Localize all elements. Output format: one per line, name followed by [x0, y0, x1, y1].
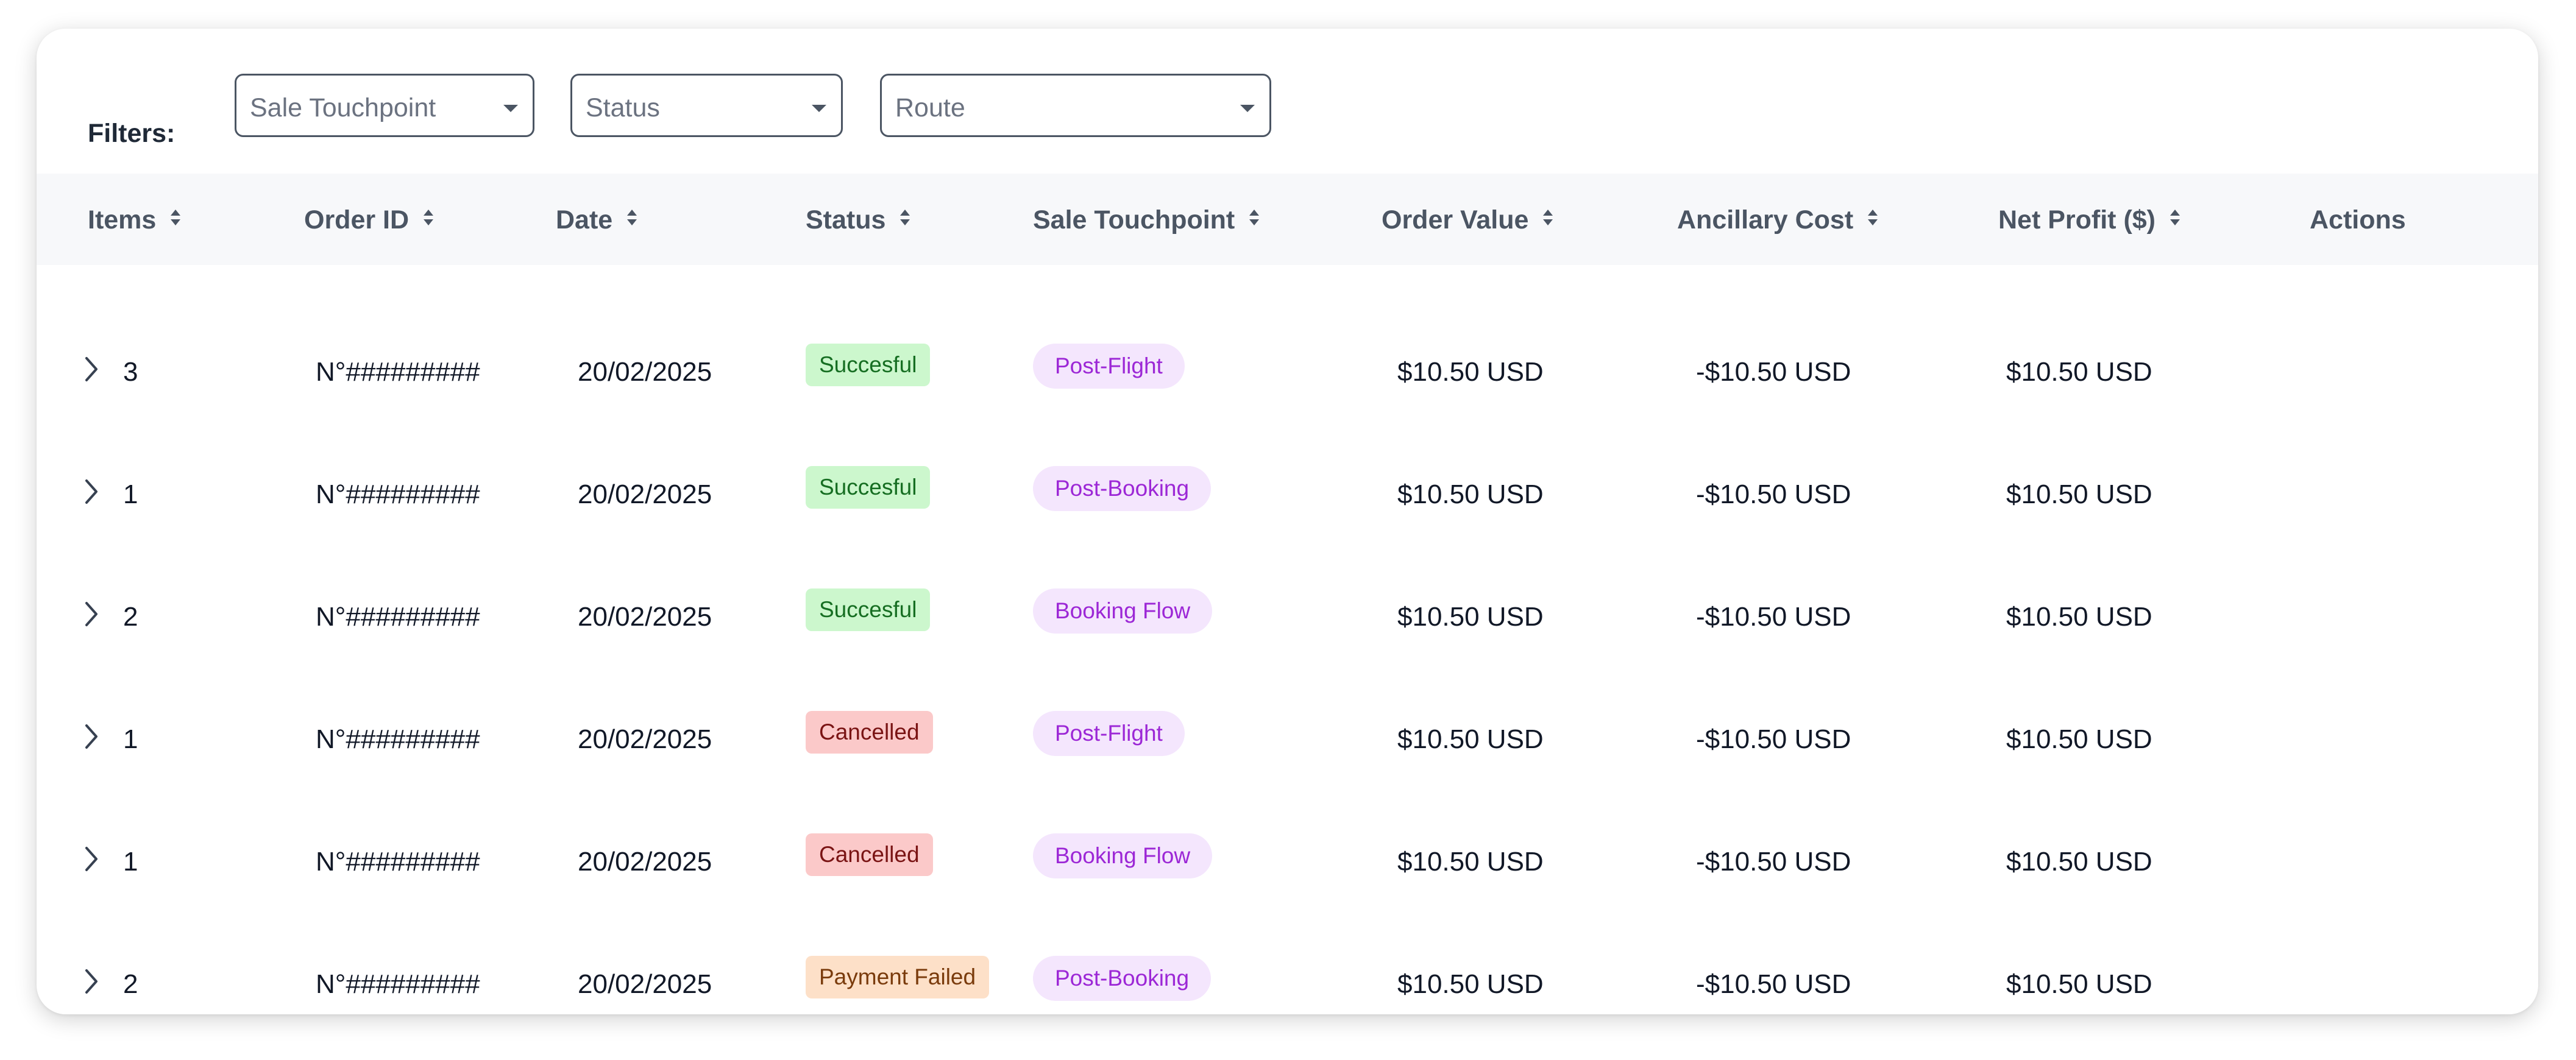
column-header-label: Order Value — [1382, 205, 1529, 235]
items-count: 1 — [123, 724, 138, 754]
items-count: 1 — [123, 847, 138, 877]
column-header-items[interactable]: Items — [88, 205, 182, 235]
status-badge: Cancelled — [806, 833, 933, 876]
sort-icon — [169, 205, 182, 235]
column-header-sale-touchpoint[interactable]: Sale Touchpoint — [1033, 205, 1260, 235]
net-profit: $10.50 USD — [2006, 724, 2152, 754]
order-date: 20/02/2025 — [578, 847, 712, 877]
order-value: $10.50 USD — [1397, 847, 1544, 877]
caret-down-icon — [1240, 105, 1255, 112]
order-id: N°######### — [316, 357, 480, 387]
items-count: 2 — [123, 602, 138, 632]
route-filter-value: Route — [895, 93, 965, 122]
ancillary-cost: -$10.50 USD — [1696, 724, 1851, 754]
ancillary-cost: -$10.50 USD — [1696, 479, 1851, 509]
chevron-right-icon[interactable] — [84, 601, 99, 631]
sort-icon — [1248, 205, 1260, 235]
order-date: 20/02/2025 — [578, 357, 712, 387]
touchpoint-pill: Post-Booking — [1033, 466, 1212, 511]
net-profit: $10.50 USD — [2006, 357, 2152, 387]
sort-icon — [2169, 205, 2181, 235]
touchpoint-pill: Booking Flow — [1033, 588, 1213, 634]
sale-touchpoint-filter[interactable]: Sale Touchpoint — [235, 74, 534, 137]
sale-touchpoint-filter-value: Sale Touchpoint — [250, 93, 436, 122]
order-value: $10.50 USD — [1397, 357, 1544, 387]
order-id: N°######### — [316, 847, 480, 877]
status-badge: Succesful — [806, 588, 931, 631]
table-row: 1 N°######### 20/02/2025 Cancelled Post-… — [37, 678, 2538, 800]
route-filter[interactable]: Route — [880, 74, 1271, 137]
chevron-right-icon[interactable] — [84, 478, 99, 508]
touchpoint-pill: Post-Flight — [1033, 711, 1185, 756]
ancillary-cost: -$10.50 USD — [1696, 847, 1851, 877]
ancillary-cost: -$10.50 USD — [1696, 602, 1851, 632]
order-date: 20/02/2025 — [578, 724, 712, 754]
column-header-order-value[interactable]: Order Value — [1382, 205, 1554, 235]
column-header-label: Net Profit ($) — [1998, 205, 2156, 235]
status-badge: Succesful — [806, 344, 931, 386]
net-profit: $10.50 USD — [2006, 602, 2152, 632]
filters-bar: Filters: Sale Touchpoint Status Route — [37, 29, 2538, 174]
order-value: $10.50 USD — [1397, 969, 1544, 999]
touchpoint-pill: Booking Flow — [1033, 833, 1213, 878]
table-row: 2 N°######### 20/02/2025 Payment Failed … — [37, 923, 2538, 1014]
filters-label: Filters: — [88, 119, 176, 148]
net-profit: $10.50 USD — [2006, 479, 2152, 509]
column-header-label: Status — [806, 205, 886, 235]
column-header-ancillary-cost[interactable]: Ancillary Cost — [1677, 205, 1879, 235]
caret-down-icon — [503, 105, 518, 112]
sort-icon — [1542, 205, 1554, 235]
order-date: 20/02/2025 — [578, 479, 712, 509]
column-header-label: Sale Touchpoint — [1033, 205, 1235, 235]
order-id: N°######### — [316, 479, 480, 509]
items-count: 1 — [123, 479, 138, 509]
sort-icon — [626, 205, 638, 235]
status-badge: Payment Failed — [806, 956, 990, 998]
touchpoint-pill: Post-Flight — [1033, 344, 1185, 389]
order-id: N°######### — [316, 969, 480, 999]
column-header-label: Items — [88, 205, 157, 235]
status-filter[interactable]: Status — [570, 74, 843, 137]
order-value: $10.50 USD — [1397, 479, 1544, 509]
order-id: N°######### — [316, 602, 480, 632]
ancillary-cost: -$10.50 USD — [1696, 357, 1851, 387]
items-count: 3 — [123, 357, 138, 387]
order-value: $10.50 USD — [1397, 724, 1544, 754]
column-header-label: Actions — [2310, 205, 2406, 235]
column-header-label: Ancillary Cost — [1677, 205, 1854, 235]
column-header-actions: Actions — [2310, 205, 2406, 235]
sort-icon — [1867, 205, 1879, 235]
column-header-label: Order ID — [304, 205, 410, 235]
table-row: 1 N°######### 20/02/2025 Succesful Post-… — [37, 433, 2538, 556]
table-row: 1 N°######### 20/02/2025 Cancelled Booki… — [37, 800, 2538, 923]
chevron-right-icon[interactable] — [84, 356, 99, 386]
order-value: $10.50 USD — [1397, 602, 1544, 632]
column-header-order-id[interactable]: Order ID — [304, 205, 435, 235]
order-id: N°######### — [316, 724, 480, 754]
items-count: 2 — [123, 969, 138, 999]
table-row: 3 N°######### 20/02/2025 Succesful Post-… — [37, 311, 2538, 433]
net-profit: $10.50 USD — [2006, 847, 2152, 877]
orders-card: Filters: Sale Touchpoint Status Route It… — [37, 29, 2538, 1014]
status-filter-value: Status — [586, 93, 660, 122]
chevron-right-icon[interactable] — [84, 723, 99, 753]
column-header-date[interactable]: Date — [556, 205, 638, 235]
caret-down-icon — [812, 105, 826, 112]
table-row: 2 N°######### 20/02/2025 Succesful Booki… — [37, 556, 2538, 678]
sort-icon — [422, 205, 435, 235]
ancillary-cost: -$10.50 USD — [1696, 969, 1851, 999]
table-header: Items Order ID Date Status Sale Touchpoi… — [37, 174, 2538, 265]
net-profit: $10.50 USD — [2006, 969, 2152, 999]
column-header-net-profit[interactable]: Net Profit ($) — [1998, 205, 2181, 235]
column-header-status[interactable]: Status — [806, 205, 911, 235]
order-date: 20/02/2025 — [578, 602, 712, 632]
sort-icon — [899, 205, 911, 235]
chevron-right-icon[interactable] — [84, 846, 99, 875]
status-badge: Cancelled — [806, 711, 933, 754]
touchpoint-pill: Post-Booking — [1033, 956, 1212, 1001]
order-date: 20/02/2025 — [578, 969, 712, 999]
column-header-label: Date — [556, 205, 613, 235]
status-badge: Succesful — [806, 466, 931, 509]
chevron-right-icon[interactable] — [84, 968, 99, 998]
